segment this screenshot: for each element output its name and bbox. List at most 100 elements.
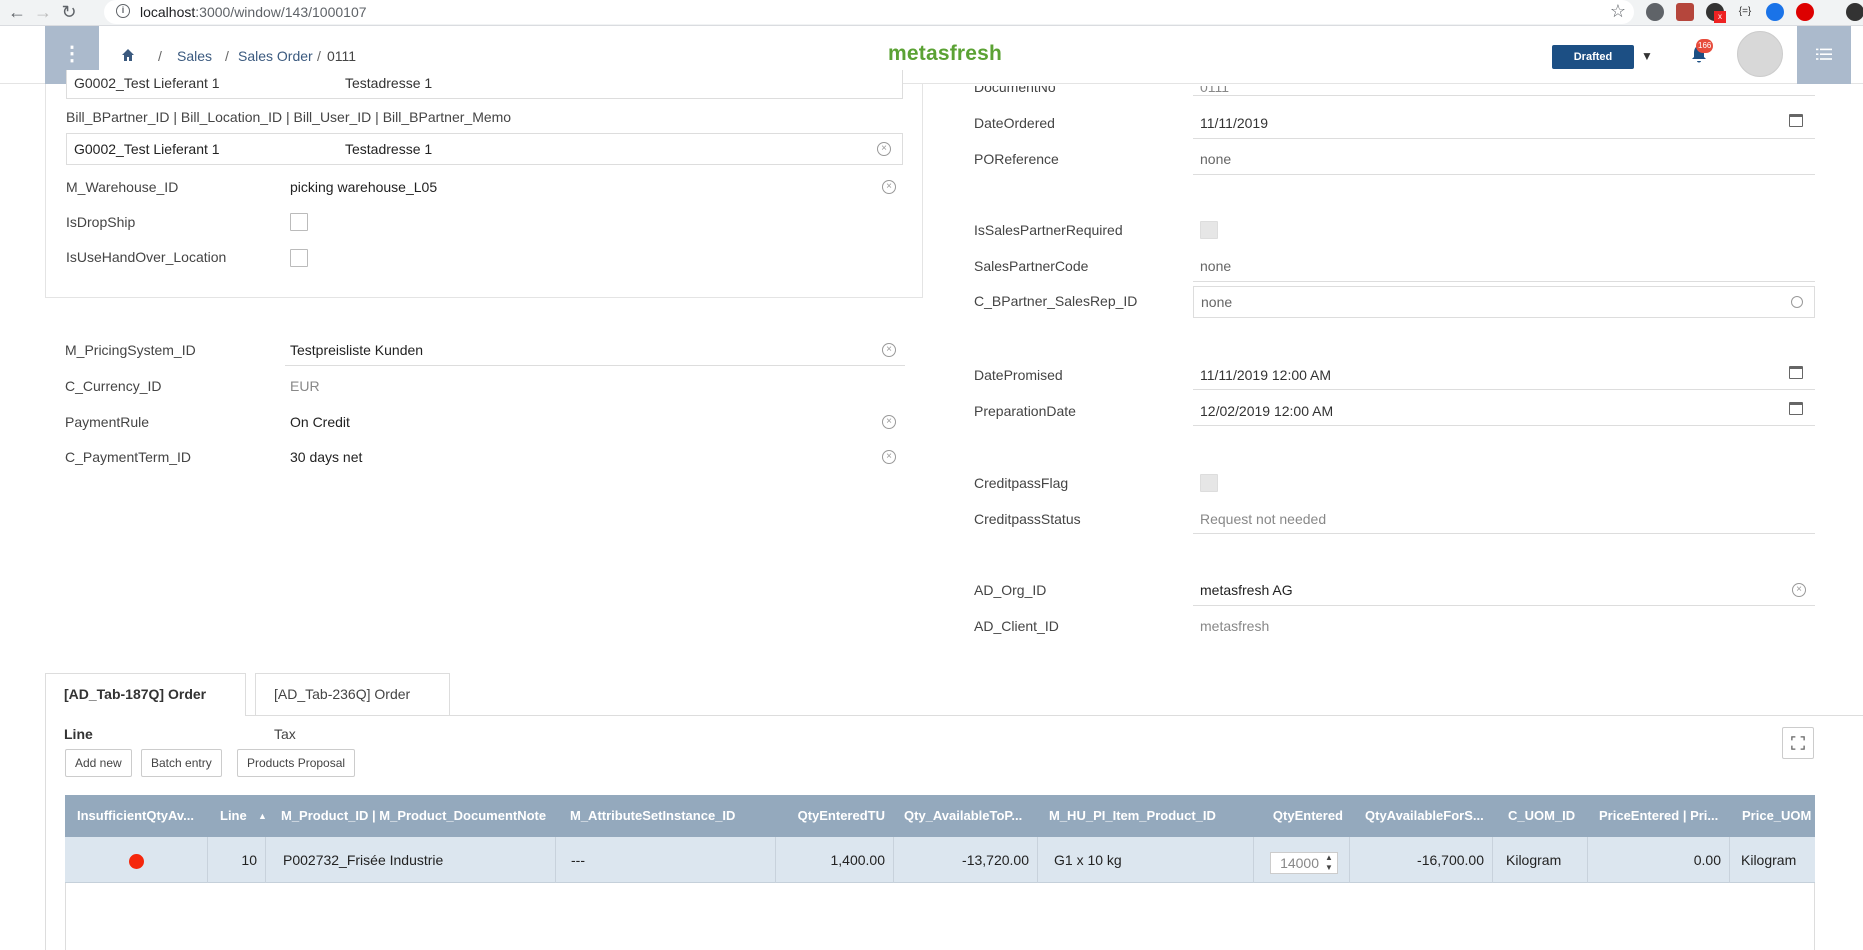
profile-icon[interactable]	[1846, 3, 1863, 21]
breadcrumb-separator: /	[317, 48, 321, 64]
preparation-date-value[interactable]: 12/02/2019 12:00 AM	[1200, 403, 1333, 419]
clear-icon[interactable]: ×	[882, 343, 896, 357]
bill-partner-value: G0002_Test Lieferant 1	[74, 141, 220, 157]
date-promised-label: DatePromised	[974, 367, 1063, 383]
avatar[interactable]	[1737, 31, 1783, 77]
bill-location-value: Testadresse 1	[345, 141, 433, 157]
handover-label: IsUseHandOver_Location	[66, 249, 227, 265]
payment-rule-value[interactable]: On Credit	[290, 414, 350, 430]
calendar-icon[interactable]	[1789, 114, 1803, 127]
breadcrumb-sales-order[interactable]: Sales Order	[238, 48, 313, 64]
breadcrumb-sales[interactable]: Sales	[177, 48, 212, 64]
date-ordered-value[interactable]: 11/11/2019	[1200, 115, 1268, 131]
info-icon[interactable]: i	[116, 4, 130, 18]
date-promised-value[interactable]: 11/11/2019 12:00 AM	[1200, 367, 1331, 383]
breadcrumb-separator: /	[158, 48, 162, 64]
po-reference-value[interactable]: none	[1200, 151, 1231, 167]
search-icon[interactable]	[1791, 296, 1803, 308]
clear-icon[interactable]: ×	[882, 180, 896, 194]
github-extension-icon[interactable]: x	[1706, 3, 1726, 23]
product-cell[interactable]: P002732_Frisée Industrie	[266, 837, 556, 883]
pdf-extension-icon[interactable]	[1676, 3, 1694, 21]
column-header[interactable]: M_AttributeSetInstance_ID	[570, 795, 770, 837]
bill-partner-field[interactable]: G0002_Test Lieferant 1 Testadresse 1 ×	[66, 133, 903, 165]
insufficient-qty-cell[interactable]	[65, 837, 208, 883]
payment-term-label: C_PaymentTerm_ID	[65, 449, 192, 465]
price-cell[interactable]: 0.00	[1588, 837, 1730, 883]
warehouse-label: M_Warehouse_ID	[66, 179, 179, 195]
column-header[interactable]: InsufficientQtyAv...	[77, 795, 197, 837]
doc-status-button[interactable]: Drafted	[1552, 45, 1634, 69]
client-label: AD_Client_ID	[974, 618, 1059, 634]
batch-entry-button[interactable]: Batch entry	[141, 749, 222, 777]
column-header[interactable]: Price_UOM	[1742, 795, 1815, 837]
reload-icon[interactable]: ↻	[58, 2, 80, 22]
sales-partner-required-checkbox	[1200, 221, 1218, 239]
table-body-empty-area	[65, 883, 1815, 950]
column-header[interactable]: Line	[220, 795, 260, 837]
price-uom-cell[interactable]: Kilogram	[1730, 837, 1815, 883]
qty-available-cell[interactable]: -13,720.00	[894, 837, 1038, 883]
sales-partner-code-value[interactable]: none	[1200, 258, 1231, 274]
column-header[interactable]: C_UOM_ID	[1508, 795, 1578, 837]
pricing-system-value[interactable]: Testpreisliste Kunden	[290, 342, 423, 358]
creditpass-status-value: Request not needed	[1200, 511, 1327, 527]
back-icon[interactable]: ←	[6, 2, 28, 22]
column-header[interactable]: QtyEntered	[1265, 795, 1343, 837]
bill-label: Bill_BPartner_ID | Bill_Location_ID | Bi…	[66, 109, 512, 125]
home-icon[interactable]	[121, 48, 135, 62]
creditpass-flag-label: CreditpassFlag	[974, 475, 1069, 491]
org-value[interactable]: metasfresh AG	[1200, 582, 1293, 598]
qty-available-for-sale-cell[interactable]: -16,700.00	[1350, 837, 1493, 883]
calendar-icon[interactable]	[1789, 402, 1803, 415]
bookmark-star-icon[interactable]: ☆	[1610, 1, 1626, 22]
clear-icon[interactable]: ×	[882, 415, 896, 429]
number-spinner-icon[interactable]: ▲ ▼	[1322, 853, 1336, 873]
sidelist-icon[interactable]	[1797, 26, 1851, 84]
column-header[interactable]: QtyEnteredTU	[795, 795, 885, 837]
calendar-icon[interactable]	[1789, 366, 1803, 379]
column-header[interactable]: Qty_AvailableToP...	[904, 795, 1034, 837]
attribute-cell[interactable]: ---	[556, 837, 776, 883]
handover-checkbox[interactable]	[290, 249, 308, 267]
sales-rep-label: C_BPartner_SalesRep_ID	[974, 293, 1138, 309]
column-header[interactable]: M_HU_PI_Item_Product_ID	[1049, 795, 1229, 837]
address-bar[interactable]: i localhost:3000/window/143/1000107 ☆	[104, 0, 1634, 24]
column-header[interactable]: QtyAvailableForS...	[1365, 795, 1487, 837]
extension-icon[interactable]	[1646, 3, 1664, 21]
clear-icon[interactable]: ×	[882, 450, 896, 464]
hu-pi-item-cell[interactable]: G1 x 10 kg	[1038, 837, 1254, 883]
payment-term-value[interactable]: 30 days net	[290, 449, 362, 465]
line-cell[interactable]: 10	[208, 837, 266, 883]
json-extension-icon[interactable]: {=}	[1736, 3, 1754, 21]
tab-order-tax[interactable]: [AD_Tab-236Q] Order Tax	[255, 673, 450, 742]
extension-icon[interactable]	[1766, 3, 1784, 21]
dropship-label: IsDropShip	[66, 214, 136, 230]
clear-icon[interactable]: ×	[1792, 583, 1806, 597]
sort-ascending-icon[interactable]: ▲	[258, 795, 270, 837]
breadcrumb-separator: /	[225, 48, 229, 64]
sales-rep-field[interactable]: none	[1193, 286, 1815, 318]
dropship-checkbox[interactable]	[290, 213, 308, 231]
fullscreen-icon[interactable]	[1782, 727, 1814, 759]
sales-partner-code-label: SalesPartnerCode	[974, 258, 1089, 274]
clear-icon[interactable]: ×	[877, 142, 891, 156]
table-row[interactable]: 10 P002732_Frisée Industrie --- 1,400.00…	[65, 837, 1815, 883]
chevron-down-icon[interactable]: ▼	[1641, 49, 1653, 63]
forward-icon[interactable]: →	[32, 2, 54, 22]
qty-tu-cell[interactable]: 1,400.00	[776, 837, 894, 883]
uom-cell[interactable]: Kilogram	[1493, 837, 1588, 883]
products-proposal-button[interactable]: Products Proposal	[237, 749, 356, 777]
payment-rule-label: PaymentRule	[65, 414, 150, 430]
stop-extension-icon[interactable]	[1796, 3, 1814, 21]
browser-toolbar: ← → ↻ i localhost:3000/window/143/100010…	[0, 0, 1863, 26]
currency-value: EUR	[290, 378, 320, 394]
table-header: InsufficientQtyAv... Line ▲ M_Product_ID…	[65, 795, 1815, 837]
column-header[interactable]: PriceEntered | Pri...	[1599, 795, 1724, 837]
warehouse-value[interactable]: picking warehouse_L05	[290, 179, 437, 195]
notification-badge: 166	[1696, 39, 1714, 53]
tab-order-line[interactable]: [AD_Tab-187Q] Order Line	[45, 673, 246, 742]
column-header[interactable]: M_Product_ID | M_Product_DocumentNote	[281, 795, 551, 837]
partner-field-partial[interactable]: G0002_Test Lieferant 1 Testadresse 1	[66, 70, 903, 99]
org-label: AD_Org_ID	[974, 582, 1047, 598]
